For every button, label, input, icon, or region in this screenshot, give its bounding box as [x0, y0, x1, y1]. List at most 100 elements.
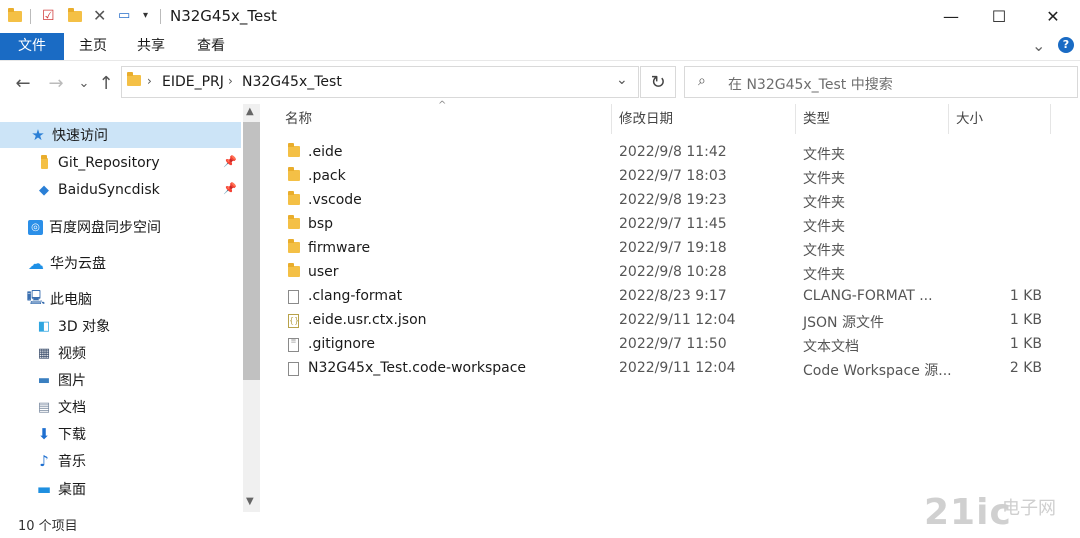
nav-item-baidu-netdisk[interactable]: ◎ 百度网盘同步空间	[0, 214, 241, 240]
nav-item-this-pc[interactable]: 🖳 此电脑	[0, 286, 241, 312]
column-header-name[interactable]: 名称	[285, 108, 312, 130]
nav-label: 桌面	[58, 482, 86, 498]
breadcrumb-item[interactable]: N32G45x_Test	[242, 74, 342, 90]
document-icon: ▤	[37, 399, 51, 415]
address-dropdown-icon[interactable]: ⌄	[616, 72, 628, 88]
file-name: .eide.usr.ctx.json	[308, 312, 427, 328]
folder-icon	[288, 215, 300, 229]
rename-icon[interactable]: ▭	[118, 8, 134, 24]
folder-icon	[36, 154, 52, 170]
customize-toolbar-icon[interactable]: ▾	[143, 8, 159, 24]
file-date: 2022/9/8 10:28	[619, 264, 727, 280]
file-row[interactable]: user 2022/9/8 10:28 文件夹	[262, 261, 1078, 285]
file-row[interactable]: .vscode 2022/9/8 19:23 文件夹	[262, 189, 1078, 213]
up-button[interactable]: ↑	[95, 70, 117, 96]
file-name: .vscode	[308, 192, 362, 208]
forward-button[interactable]: →	[45, 70, 67, 96]
json-file-icon: {}	[288, 314, 299, 328]
minimize-button[interactable]: —	[928, 0, 974, 33]
file-row[interactable]: ≡ .gitignore 2022/9/7 11:50 文本文档 1 KB	[262, 333, 1078, 357]
file-row[interactable]: .eide 2022/9/8 11:42 文件夹	[262, 141, 1078, 165]
nav-item-music[interactable]: ♪ 音乐	[0, 448, 241, 474]
properties-icon[interactable]: ☑	[42, 8, 58, 24]
search-placeholder[interactable]: 在 N32G45x_Test 中搜索	[728, 74, 893, 94]
nav-label: BaiduSyncdisk	[58, 182, 160, 198]
file-date: 2022/9/7 18:03	[619, 168, 727, 184]
file-row[interactable]: N32G45x_Test.code-workspace 2022/9/11 12…	[262, 357, 1078, 381]
status-item-count: 10 个项目	[18, 519, 78, 534]
music-icon: ♪	[39, 452, 49, 470]
scroll-up-icon[interactable]: ▲	[246, 106, 254, 117]
nav-item-baidusyncdisk[interactable]: ◆ BaiduSyncdisk 📌	[0, 177, 241, 203]
folder-icon	[288, 263, 300, 277]
column-divider[interactable]	[948, 104, 949, 134]
back-button[interactable]: ←	[12, 70, 34, 96]
sort-ascending-icon: ^	[438, 100, 447, 111]
divider	[160, 9, 161, 24]
tab-home[interactable]: 主页	[69, 33, 117, 60]
nav-item-downloads[interactable]: ⬇ 下载	[0, 421, 241, 447]
nav-label: 百度网盘同步空间	[49, 220, 161, 236]
file-row[interactable]: .clang-format 2022/8/23 9:17 CLANG-FORMA…	[262, 285, 1078, 309]
tab-file[interactable]: 文件	[0, 33, 64, 60]
divider	[30, 9, 31, 24]
nav-item-videos[interactable]: ▦ 视频	[0, 340, 241, 366]
nav-item-pictures[interactable]: ▬ 图片	[0, 367, 241, 393]
new-folder-icon[interactable]	[68, 8, 84, 24]
folder-icon	[288, 239, 300, 253]
chevron-right-icon[interactable]: ›	[228, 74, 233, 88]
download-icon: ⬇	[37, 425, 51, 443]
breadcrumb-item[interactable]: EIDE_PRJ	[162, 74, 224, 90]
cloud-icon: ☁	[28, 253, 44, 273]
nav-item-git-repository[interactable]: Git_Repository 📌	[0, 150, 241, 176]
nav-item-3d-objects[interactable]: ◧ 3D 对象	[0, 313, 241, 339]
column-divider[interactable]	[611, 104, 612, 134]
tab-share[interactable]: 共享	[127, 33, 175, 60]
expand-ribbon-icon[interactable]: ⌄	[1032, 36, 1045, 55]
nav-item-documents[interactable]: ▤ 文档	[0, 394, 241, 420]
column-divider[interactable]	[795, 104, 796, 134]
help-icon[interactable]: ?	[1058, 37, 1074, 53]
scroll-down-icon[interactable]: ▼	[246, 496, 254, 507]
pin-icon: 📌	[223, 155, 237, 168]
maximize-button[interactable]: ☐	[976, 0, 1022, 33]
file-date: 2022/9/7 11:50	[619, 336, 727, 352]
file-name: .gitignore	[308, 336, 375, 352]
nav-label: 音乐	[58, 454, 86, 470]
nav-label: 文档	[58, 400, 86, 416]
file-size: 1 KB	[1009, 312, 1042, 328]
watermark-logo: 21ic	[924, 492, 1012, 533]
close-button[interactable]: ✕	[1030, 0, 1076, 33]
file-row[interactable]: bsp 2022/9/7 11:45 文件夹	[262, 213, 1078, 237]
nav-quick-access[interactable]: ★ 快速访问	[0, 122, 241, 148]
folder-icon	[288, 191, 300, 205]
file-name: .clang-format	[308, 288, 403, 304]
file-type: 文件夹	[803, 243, 845, 259]
column-header-size[interactable]: 大小	[956, 108, 983, 130]
cube-icon: ◧	[37, 318, 51, 334]
tab-view[interactable]: 查看	[187, 33, 235, 60]
column-header-type[interactable]: 类型	[803, 108, 830, 130]
nav-label: 3D 对象	[58, 319, 111, 335]
file-type: 文件夹	[803, 195, 845, 211]
nav-label: Git_Repository	[58, 155, 160, 171]
file-row[interactable]: .pack 2022/9/7 18:03 文件夹	[262, 165, 1078, 189]
delete-icon[interactable]: ✕	[93, 8, 109, 24]
nav-item-huawei-cloud[interactable]: ☁ 华为云盘	[0, 250, 241, 276]
file-row[interactable]: firmware 2022/9/7 19:18 文件夹	[262, 237, 1078, 261]
file-row[interactable]: {} .eide.usr.ctx.json 2022/9/11 12:04 JS…	[262, 309, 1078, 333]
nav-label: 此电脑	[50, 292, 92, 308]
file-size: 1 KB	[1009, 336, 1042, 352]
recent-locations-button[interactable]: ⌄	[73, 70, 95, 96]
nav-item-desktop[interactable]: ▬ 桌面	[0, 476, 241, 502]
title-bar	[0, 0, 1080, 33]
scrollbar-thumb[interactable]	[243, 122, 260, 380]
column-divider[interactable]	[1050, 104, 1051, 134]
refresh-button[interactable]: ↻	[640, 66, 676, 98]
chevron-right-icon[interactable]: ›	[147, 74, 152, 88]
nav-label: 图片	[58, 373, 86, 389]
file-type: 文件夹	[803, 267, 845, 283]
file-date: 2022/9/7 19:18	[619, 240, 727, 256]
column-header-date[interactable]: 修改日期	[619, 108, 673, 130]
file-date: 2022/9/11 12:04	[619, 312, 736, 328]
